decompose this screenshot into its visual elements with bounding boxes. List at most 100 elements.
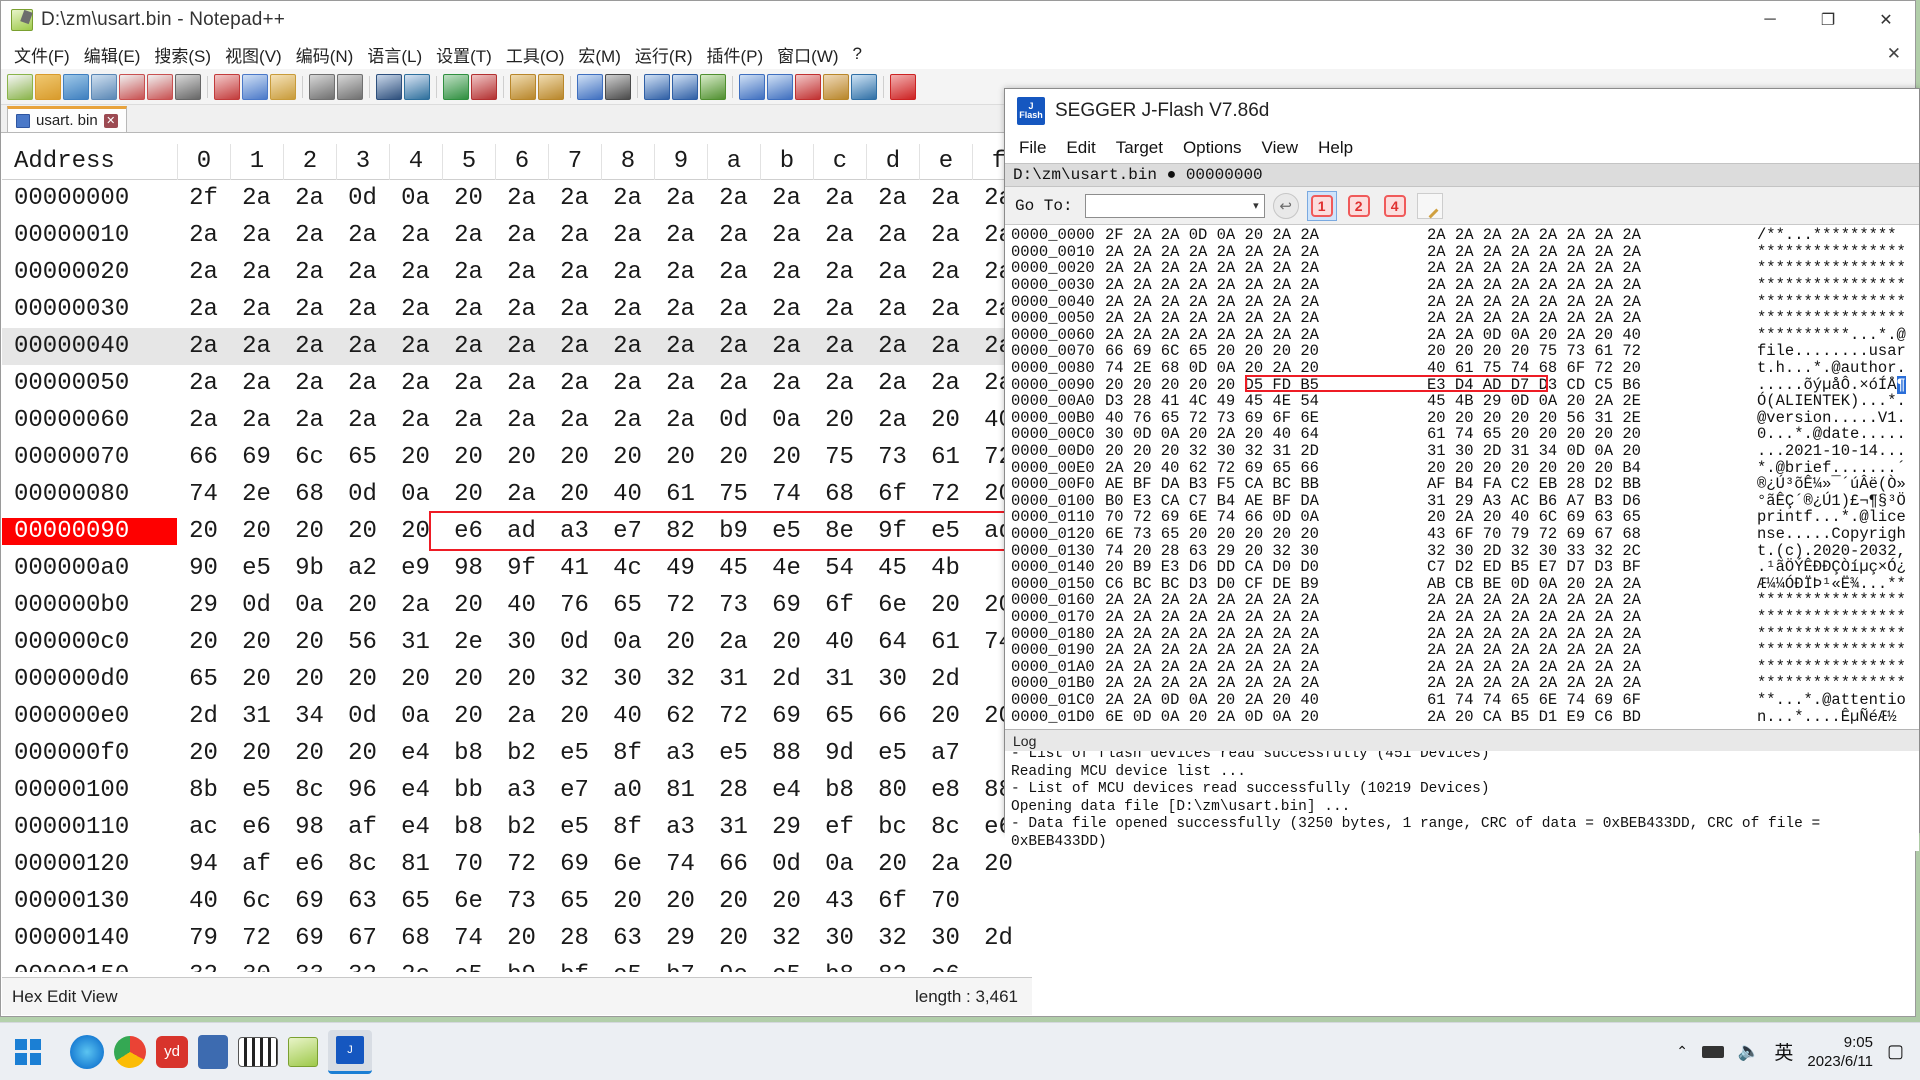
hex-row[interactable]: 00000060 2a 2a 2a 2a 2a 2a 2a 2a 2a 2a 0d 0a 20 2a 20 40	[2, 402, 1032, 439]
jflash-hex-bytes-high[interactable]: 2A 2A 0D 0A 20 2A 20 40	[1427, 326, 1749, 344]
taskbar-yd-icon[interactable]: yd	[156, 1035, 188, 1068]
jflash-hex-row[interactable]: 0000_00D0 20 20 20 32 30 32 31 2D 31 30 2D…	[1005, 442, 1919, 460]
toolbar-icon[interactable]	[91, 73, 117, 100]
hex-byte-cell[interactable]: 0d	[336, 481, 389, 508]
hex-byte-cell[interactable]: 2a	[177, 407, 230, 434]
jflash-hex-ascii[interactable]: nse.....Copyrigh	[1749, 525, 1906, 543]
hex-byte-cell[interactable]: 98	[442, 555, 495, 582]
hex-byte-cell[interactable]: 20	[177, 629, 230, 656]
hex-byte-cell[interactable]: e6	[230, 814, 283, 841]
hex-byte-cell[interactable]: 31	[389, 629, 442, 656]
hex-byte-cell[interactable]: 9f	[866, 518, 919, 545]
hex-byte-cell[interactable]: 32	[654, 666, 707, 693]
hex-byte-cell[interactable]: e5	[230, 777, 283, 804]
jflash-hex-row[interactable]: 0000_0140 20 B9 E3 D6 DD CA D0 D0 C7 D2 ED…	[1005, 558, 1919, 576]
hex-row[interactable]: 000000b0 29 0d 0a 20 2a 20 40 76 65 72 73 69 6f 6e 20 20	[2, 587, 1032, 624]
hex-byte-cell[interactable]: b8	[442, 814, 495, 841]
hex-byte-cell[interactable]: 9e	[707, 962, 760, 972]
jflash-hex-bytes-low[interactable]: 74 20 28 63 29 20 32 30	[1105, 542, 1427, 560]
jflash-hex-ascii[interactable]: ****************	[1749, 243, 1906, 261]
jflash-hex-bytes-low[interactable]: 2A 2A 2A 2A 2A 2A 2A 2A	[1105, 243, 1427, 261]
hex-byte-cell[interactable]: 2a	[495, 370, 548, 397]
hex-byte-cell[interactable]: 2a	[601, 407, 654, 434]
taskbar-chrome-icon[interactable]	[114, 1035, 146, 1068]
hex-byte-cell[interactable]: af	[230, 851, 283, 878]
menu-help[interactable]: ?	[846, 42, 869, 66]
toolbar-icon[interactable]	[739, 73, 765, 100]
hex-byte-cell[interactable]: 30	[866, 666, 919, 693]
hex-byte-cell[interactable]: 8c	[283, 777, 336, 804]
hex-row[interactable]: 00000050 2a 2a 2a 2a 2a 2a 2a 2a 2a 2a 2a 2a 2a 2a 2a 2a	[2, 365, 1032, 402]
jflash-hex-bytes-low[interactable]: 2A 2A 2A 2A 2A 2A 2A 2A	[1105, 309, 1427, 327]
hex-byte-cell[interactable]: 0a	[813, 851, 866, 878]
hex-byte-cell[interactable]: 81	[654, 777, 707, 804]
hex-byte-cell[interactable]: 72	[495, 851, 548, 878]
toolbar-icon[interactable]	[175, 73, 201, 100]
hex-byte-cell[interactable]: 0d	[548, 629, 601, 656]
hex-byte-cell[interactable]: 65	[336, 444, 389, 471]
hex-byte-cell[interactable]: 4e	[760, 555, 813, 582]
hex-byte-cell[interactable]: 30	[919, 925, 972, 952]
hex-byte-cell[interactable]: 2a	[230, 185, 283, 212]
jflash-hex-bytes-high[interactable]: C7 D2 ED B5 E7 D7 D3 BF	[1427, 558, 1749, 576]
jflash-hex-bytes-high[interactable]: 20 20 20 20 75 73 61 72	[1427, 342, 1749, 360]
toolbar-icon[interactable]	[644, 73, 670, 100]
hex-row-address[interactable]: 00000010	[2, 222, 177, 249]
hex-row-address[interactable]: 00000060	[2, 407, 177, 434]
hex-edit-view[interactable]: Address 0 1 2 3 4 5 6 7 8 9 a b c d e f …	[2, 144, 1032, 972]
jflash-hex-ascii[interactable]: n...*....ÊµÑéÆ½	[1749, 708, 1897, 726]
toolbar-icon[interactable]	[700, 73, 726, 100]
jflash-hex-bytes-high[interactable]: 2A 2A 2A 2A 2A 2A 2A 2A	[1427, 625, 1749, 643]
hex-byte-cell[interactable]: 67	[336, 925, 389, 952]
hex-byte-cell[interactable]: 2a	[601, 222, 654, 249]
hex-byte-cell[interactable]: e5	[601, 962, 654, 972]
hex-byte-cell[interactable]: 9b	[283, 555, 336, 582]
hex-byte-cell[interactable]: 2a	[230, 222, 283, 249]
jflash-hex-bytes-high[interactable]: 20 2A 20 40 6C 69 63 65	[1427, 508, 1749, 526]
hex-byte-cell[interactable]: 2a	[919, 185, 972, 212]
jflash-hex-ascii[interactable]: file........usar	[1749, 342, 1906, 360]
hex-row[interactable]: 000000f0 20 20 20 20 e4 b8 b2 e5 8f a3 e5 88 9d e5 a7	[2, 735, 1032, 772]
hex-byte-cell[interactable]: 20	[654, 629, 707, 656]
hex-byte-cell[interactable]: 2a	[866, 222, 919, 249]
hex-byte-cell[interactable]: 2a	[177, 333, 230, 360]
hex-byte-cell[interactable]: 2a	[495, 703, 548, 730]
hex-byte-cell[interactable]: 2d	[919, 666, 972, 693]
goto-input[interactable]: ▾	[1084, 193, 1265, 218]
hex-byte-cell[interactable]: 72	[707, 703, 760, 730]
menu-language[interactable]: 语言(L)	[360, 40, 429, 69]
jflash-hex-ascii[interactable]: ****************	[1749, 674, 1906, 692]
jflash-hex-row[interactable]: 0000_00A0 D3 28 41 4C 49 45 4E 54 45 4B 29…	[1005, 392, 1919, 410]
jflash-hex-row[interactable]: 0000_01B0 2A 2A 2A 2A 2A 2A 2A 2A 2A 2A 2A…	[1005, 674, 1919, 692]
hex-byte-cell[interactable]: 2a	[866, 185, 919, 212]
hex-byte-cell[interactable]: 20	[760, 444, 813, 471]
hex-byte-cell[interactable]: 30	[230, 962, 283, 972]
hex-byte-cell[interactable]: 2a	[495, 481, 548, 508]
hex-byte-cell[interactable]: 2a	[707, 333, 760, 360]
hex-row[interactable]: 000000c0 20 20 20 56 31 2e 30 0d 0a 20 2a 20 40 64 61 74	[2, 624, 1032, 661]
hex-byte-cell[interactable]: 2a	[760, 333, 813, 360]
hex-byte-cell[interactable]: 2a	[230, 407, 283, 434]
jflash-hex-bytes-low[interactable]: 70 72 69 6E 74 66 0D 0A	[1105, 508, 1427, 526]
hex-byte-cell[interactable]: 68	[389, 925, 442, 952]
hex-byte-cell[interactable]: b8	[442, 740, 495, 767]
hex-byte-cell[interactable]: 70	[919, 888, 972, 915]
hex-byte-cell[interactable]: 2a	[283, 222, 336, 249]
hex-byte-cell[interactable]: 2a	[230, 296, 283, 323]
hex-byte-cell[interactable]: 2a	[866, 333, 919, 360]
hex-byte-cell[interactable]: e4	[389, 777, 442, 804]
hex-byte-cell[interactable]: 20	[336, 666, 389, 693]
hex-byte-cell[interactable]: 20	[230, 518, 283, 545]
jflash-hex-bytes-low[interactable]: 2A 20 40 62 72 69 65 66	[1105, 459, 1427, 477]
jflash-hex-bytes-low[interactable]: 2A 2A 2A 2A 2A 2A 2A 2A	[1105, 625, 1427, 643]
hex-byte-cell[interactable]: 2a	[919, 259, 972, 286]
hex-byte-cell[interactable]: a2	[336, 555, 389, 582]
jflash-hex-row[interactable]: 0000_0120 6E 73 65 20 20 20 20 20 43 6F 70…	[1005, 525, 1919, 543]
hex-row[interactable]: 00000070 66 69 6c 65 20 20 20 20 20 20 20 20 75 73 61 72	[2, 439, 1032, 476]
hex-byte-cell[interactable]: e6	[442, 518, 495, 545]
hex-byte-cell[interactable]: e7	[548, 777, 601, 804]
hex-byte-cell[interactable]: 20	[707, 888, 760, 915]
hex-byte-cell[interactable]: 49	[654, 555, 707, 582]
hex-byte-cell[interactable]: 29	[177, 592, 230, 619]
jflash-hex-bytes-high[interactable]: 40 61 75 74 68 6F 72 20	[1427, 359, 1749, 377]
